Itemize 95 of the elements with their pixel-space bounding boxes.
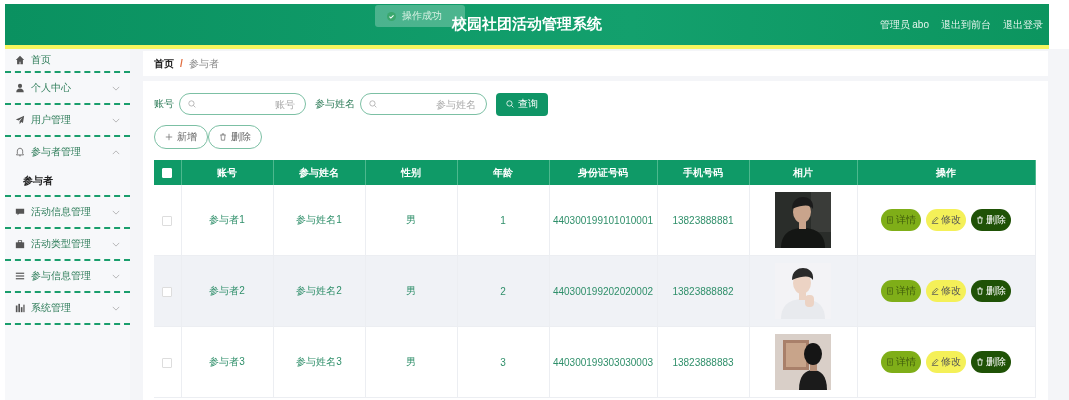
trash-icon [976,216,985,224]
breadcrumb-separator: / [180,58,183,69]
list-icon [15,271,25,281]
menu-item[interactable]: 首页 [5,49,130,71]
table-cell: 1 [500,214,506,226]
pencil-icon [931,216,940,224]
column-header: 性别 [365,160,457,185]
chevron-icon [112,209,120,215]
edit-button[interactable]: 修改 [926,209,967,231]
document-icon [886,216,895,224]
bar-chart-icon [15,303,25,313]
search-icon [506,100,514,108]
search-field[interactable]: 参与姓名 [360,93,487,115]
person-icon [15,83,25,93]
table-row[interactable]: 参与者2 参与姓名2 男 2 440300199202020002 13823888882 详情 修改 删除 [154,255,1036,327]
menu-item[interactable]: 活动类型管理 [5,229,130,259]
table-cell: 3 [500,356,506,368]
chevron-icon [112,117,120,123]
submenu-item[interactable]: 参与者 [5,167,130,195]
column-header: 身份证号码 [549,160,657,185]
menu-item[interactable]: 用户管理 [5,105,130,135]
delete-button[interactable]: 删除 [971,209,1012,231]
table-cell: 参与者3 [209,356,245,367]
bell-icon [15,147,25,157]
briefcase-icon [15,239,25,249]
menu-item[interactable]: 参与信息管理 [5,261,130,291]
plus-icon [165,133,173,141]
breadcrumb-item: 参与者 [188,56,219,71]
chevron-icon [112,273,120,279]
search-icon [188,100,196,108]
table-cell: 参与姓名2 [296,285,342,296]
delete-button[interactable]: 删除 [971,351,1012,373]
menu-item[interactable]: 个人中心 [5,73,130,103]
home-icon [15,55,25,65]
column-header: 参与姓名 [273,160,365,185]
table-cell: 13823888882 [672,285,734,297]
search-field[interactable]: 账号 [179,93,306,115]
details-button[interactable]: 详情 [881,280,922,302]
add-button[interactable]: 新增 [154,125,208,149]
search-icon [369,100,377,108]
app-title: 校园社团活动管理系统 [452,15,602,34]
table-cell: 男 [406,356,416,367]
column-header: 账号 [181,160,273,185]
user-label: 管理员 abo [879,17,929,32]
menu-item[interactable]: 参与者管理 [5,137,130,167]
details-button[interactable]: 详情 [881,351,922,373]
document-icon [886,358,895,366]
column-header: 操作 [857,160,1036,185]
menu-item[interactable]: 活动信息管理 [5,197,130,227]
breadcrumb-item[interactable]: 首页 [154,56,174,71]
table-cell: 参与姓名3 [296,356,342,367]
search-button[interactable]: 查询 [496,92,548,116]
table-row[interactable]: 参与者1 参与姓名1 男 1 440300199101010001 13823888881 详情 修改 删除 [154,185,1036,256]
table-cell: 2 [500,285,506,297]
pencil-icon [931,358,940,366]
edit-button[interactable]: 修改 [926,351,967,373]
toast-message: 操作成功 [402,9,442,23]
checkbox[interactable] [162,215,173,226]
field-label: 账号 [154,97,174,111]
chat-icon [15,207,25,217]
delete-button[interactable]: 删除 [208,125,262,149]
header-link[interactable]: 退出登录 [1003,17,1043,32]
table-cell: 13823888883 [672,356,734,368]
column-header: 相片 [749,160,857,185]
document-icon [886,287,895,295]
table-cell: 参与者2 [209,285,245,296]
table-cell: 440300199202020002 [552,285,654,297]
pencil-icon [931,287,940,295]
chevron-icon [112,241,120,247]
table-cell: 440300199101010001 [552,214,654,226]
checkbox[interactable] [162,286,173,297]
field-label: 参与姓名 [315,97,355,111]
chevron-icon [112,305,120,311]
checkbox[interactable] [162,357,173,368]
menu-item[interactable]: 系统管理 [5,293,130,323]
trash-icon [976,287,985,295]
trash-icon [219,133,227,141]
column-header: 手机号码 [657,160,749,185]
chevron-icon [112,149,120,155]
edit-button[interactable]: 修改 [926,280,967,302]
table-cell: 440300199303030003 [552,356,654,368]
table-cell: 男 [406,214,416,225]
delete-button[interactable]: 删除 [971,280,1012,302]
table-cell: 男 [406,285,416,296]
table-row[interactable]: 参与者3 参与姓名3 男 3 440300199303030003 13823888883 详情 修改 删除 [154,326,1036,398]
table-cell: 参与者1 [209,214,245,225]
table-cell: 参与姓名1 [296,214,342,225]
check-circle-icon [387,11,396,21]
trash-icon [976,358,985,366]
header-link[interactable]: 退出到前台 [941,17,991,32]
column-header: 年龄 [457,160,549,185]
paper-plane-icon [15,115,25,125]
table-cell: 13823888881 [672,214,734,226]
chevron-icon [112,85,120,91]
details-button[interactable]: 详情 [881,209,922,231]
